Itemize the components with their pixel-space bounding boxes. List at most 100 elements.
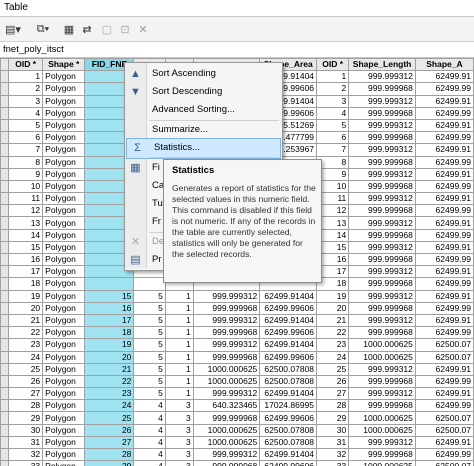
table-cell[interactable]: 24 (84, 399, 135, 413)
row-selector[interactable] (0, 411, 10, 425)
table-cell[interactable]: 29 (84, 460, 135, 466)
table-cell[interactable]: 5 (133, 301, 166, 315)
table-cell[interactable]: 2 (316, 82, 350, 96)
table-cell[interactable]: 5 (133, 338, 166, 352)
table-cell[interactable]: Polygon (42, 423, 86, 437)
row-selector[interactable] (0, 301, 10, 315)
table-cell[interactable]: 62499.91404 (259, 338, 318, 352)
table-cell[interactable]: Polygon (42, 326, 86, 340)
table-row[interactable]: 33Polygon2943999.99996862499.99606331000… (0, 460, 474, 466)
clear-selection-icon[interactable]: ▢ (100, 21, 114, 37)
row-selector[interactable] (0, 435, 10, 450)
table-cell[interactable]: 62499.99 (414, 131, 474, 145)
table-cell[interactable]: 999.999968 (192, 460, 261, 466)
table-cell[interactable]: 999.999968 (348, 155, 416, 169)
table-cell[interactable]: 62499.91 (414, 216, 474, 230)
table-cell[interactable]: 1000.000625 (348, 350, 416, 364)
table-cell[interactable]: 62500.07 (414, 423, 474, 437)
table-cell[interactable]: 999.999968 (192, 326, 261, 340)
table-cell[interactable]: 4 (133, 447, 166, 462)
table-cell[interactable]: 999.999312 (348, 94, 416, 108)
table-cell[interactable]: Polygon (42, 411, 86, 425)
table-cell[interactable]: 15 (84, 289, 135, 303)
table-cell[interactable]: 23 (8, 338, 44, 352)
table-cell[interactable]: Polygon (42, 338, 86, 352)
table-cell[interactable]: 5 (133, 350, 166, 364)
row-selector[interactable] (0, 70, 10, 84)
table-cell[interactable]: 7 (8, 143, 44, 157)
table-row[interactable]: 27 Polygon 23 5 1 999.999312 62499.91404 27 999.… (0, 387, 474, 401)
table-cell[interactable]: 62500.07 (414, 460, 474, 466)
table-cell[interactable]: 1000.000625 (192, 362, 261, 376)
column-header[interactable]: OID * (8, 58, 44, 72)
table-cell[interactable]: 999.999312 (192, 338, 261, 352)
table-cell[interactable]: 5 (133, 387, 166, 401)
row-selector[interactable] (0, 252, 10, 267)
table-cell[interactable]: 999.999968 (348, 82, 416, 96)
table-row[interactable]: 24 Polygon 20 5 1 999.999968 62499.99606 24 1000… (0, 350, 474, 364)
table-cell[interactable]: 26 (84, 423, 135, 437)
table-cell[interactable] (133, 277, 166, 291)
table-cell[interactable]: 62500.07808 (259, 362, 318, 376)
table-cell[interactable]: 999.999968 (348, 301, 416, 315)
table-cell[interactable]: 13 (8, 216, 44, 230)
table-cell[interactable]: 31 (316, 435, 350, 450)
table-cell[interactable]: 5 (133, 326, 166, 340)
table-cell[interactable]: 1 (164, 301, 194, 315)
menu-item-statistics[interactable]: Σ Statistics... (126, 138, 281, 159)
table-cell[interactable]: 999.999968 (348, 399, 416, 413)
table-options-icon[interactable]: ▤▾ (4, 21, 22, 37)
table-cell[interactable]: 62499.99606 (259, 411, 318, 425)
table-cell[interactable]: 62499.91404 (259, 447, 318, 462)
table-cell[interactable]: Polygon (42, 362, 86, 376)
column-header[interactable]: Shape_Length (348, 58, 416, 72)
table-cell[interactable]: 999.999312 (348, 435, 416, 450)
table-cell[interactable]: 25 (84, 411, 135, 425)
table-cell[interactable]: 25 (8, 362, 44, 376)
table-cell[interactable]: 62500.07 (414, 411, 474, 425)
table-cell[interactable]: 8 (8, 155, 44, 169)
row-selector[interactable] (0, 265, 10, 279)
table-cell[interactable]: Polygon (42, 387, 86, 401)
table-cell[interactable]: 62499.91404 (259, 387, 318, 401)
table-cell[interactable]: 4 (133, 435, 166, 450)
row-selector[interactable] (0, 167, 10, 181)
table-cell[interactable]: 1000.000625 (348, 411, 416, 425)
table-cell[interactable]: 62499.91 (414, 313, 474, 328)
table-cell[interactable]: 33 (8, 460, 44, 466)
table-cell[interactable]: 62499.91 (414, 240, 474, 255)
table-cell[interactable]: 23 (84, 387, 135, 401)
table-cell[interactable]: 4 (316, 106, 350, 120)
table-cell[interactable]: 62499.99 (414, 326, 474, 340)
table-cell[interactable]: 22 (316, 326, 350, 340)
table-cell[interactable]: 62500.07808 (259, 374, 318, 389)
table-cell[interactable]: 14 (8, 228, 44, 242)
table-cell[interactable]: 31 (8, 435, 44, 450)
table-row[interactable]: 25 Polygon 21 5 1 1000.000625 62500.07808 25 999… (0, 362, 474, 376)
menu-item-sort-descending[interactable]: ▼ Sort Descending (125, 83, 282, 102)
table-cell[interactable]: 5 (133, 362, 166, 376)
table-cell[interactable]: 1 (164, 338, 194, 352)
table-cell[interactable]: 3 (164, 435, 194, 450)
table-cell[interactable]: 62499.99 (414, 179, 474, 194)
table-cell[interactable]: 3 (8, 94, 44, 108)
table-cell[interactable]: 999.999312 (348, 387, 416, 401)
table-cell[interactable]: 62499.99 (414, 252, 474, 267)
table-cell[interactable]: Polygon (42, 216, 86, 230)
table-cell[interactable]: Polygon (42, 167, 86, 181)
table-cell[interactable]: 32 (316, 447, 350, 462)
table-cell[interactable]: 24 (8, 350, 44, 364)
table-cell[interactable]: Polygon (42, 447, 86, 462)
table-cell[interactable]: 7 (316, 143, 350, 157)
table-cell[interactable]: 999.999968 (348, 204, 416, 218)
table-cell[interactable]: 62499.99 (414, 106, 474, 120)
table-cell[interactable]: 5 (133, 313, 166, 328)
table-cell[interactable]: 21 (8, 313, 44, 328)
table-cell[interactable]: 21 (84, 362, 135, 376)
table-cell[interactable]: 1000.000625 (348, 338, 416, 352)
row-selector[interactable] (0, 338, 10, 352)
row-selector[interactable] (0, 94, 10, 108)
table-cell[interactable]: 62499.99 (414, 277, 474, 291)
menu-item-advanced-sorting[interactable]: Advanced Sorting... (125, 101, 282, 120)
table-cell[interactable]: 28 (8, 399, 44, 413)
